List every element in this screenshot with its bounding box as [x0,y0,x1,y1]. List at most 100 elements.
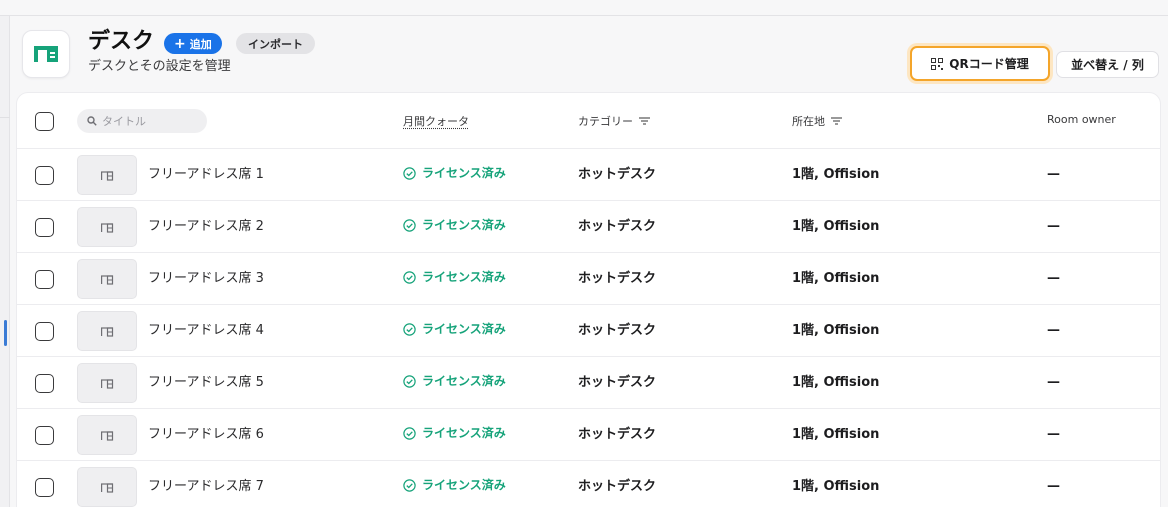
title-search[interactable] [77,109,207,133]
sort-columns-button[interactable]: 並べ替え / 列 [1056,51,1159,78]
desk-location: 1階, Offision [792,375,880,390]
column-header-quota-label: 月間クォータ [403,115,469,128]
add-button-label: 追加 [189,37,212,51]
column-header-category[interactable]: カテゴリー [578,113,650,129]
desk-owner: — [1047,323,1060,338]
desk-icon [101,482,114,493]
desk-location: 1階, Offision [792,271,880,286]
desk-name[interactable]: フリーアドレス席 1 [148,166,264,184]
desk-owner: — [1047,167,1060,182]
table-row[interactable]: フリーアドレス席 5 ライセンス済み ホットデスク 1階, Offision — [17,357,1160,409]
quota-status-label: ライセンス済み [422,270,506,284]
search-icon [87,116,97,126]
qr-code-icon [931,57,944,70]
filter-icon[interactable] [639,117,650,125]
import-button[interactable]: インポート [236,33,315,54]
table-row[interactable]: フリーアドレス席 3 ライセンス済み ホットデスク 1階, Offision — [17,253,1160,305]
desk-location: 1階, Offision [792,427,880,442]
quota-status: ライセンス済み [403,424,506,442]
left-sidebar [0,16,10,507]
check-circle-icon [403,374,416,388]
check-circle-icon [403,270,416,284]
desk-thumbnail [77,259,137,299]
desk-name[interactable]: フリーアドレス席 6 [148,426,264,444]
desk-owner: — [1047,479,1060,494]
column-header-location-label: 所在地 [792,115,825,128]
check-circle-icon [403,322,416,336]
desk-name[interactable]: フリーアドレス席 7 [148,478,264,496]
quota-status-label: ライセンス済み [422,218,506,232]
table-row[interactable]: フリーアドレス席 4 ライセンス済み ホットデスク 1階, Offision — [17,305,1160,357]
check-circle-icon [403,218,416,232]
table-row[interactable]: フリーアドレス席 7 ライセンス済み ホットデスク 1階, Offision — [17,461,1160,507]
desk-category: ホットデスク [578,323,657,338]
quota-status: ライセンス済み [403,216,506,234]
column-header-owner[interactable]: Room owner [1047,113,1116,126]
desk-icon [101,274,114,285]
desk-app-icon [22,30,70,78]
row-checkbox[interactable] [35,374,54,393]
add-button[interactable]: + 追加 [164,33,222,54]
column-header-owner-label: Room owner [1047,113,1116,126]
top-bar [0,0,1168,16]
select-all-checkbox[interactable] [35,112,54,131]
row-checkbox[interactable] [35,218,54,237]
desk-location: 1階, Offision [792,167,880,182]
desk-thumbnail [77,415,137,455]
desk-thumbnail [77,311,137,351]
desk-owner: — [1047,271,1060,286]
table-row[interactable]: フリーアドレス席 6 ライセンス済み ホットデスク 1階, Offision — [17,409,1160,461]
title-search-input[interactable] [102,114,202,128]
desk-thumbnail [77,467,137,507]
desk-name[interactable]: フリーアドレス席 3 [148,270,264,288]
page-title: デスク [88,29,155,54]
desk-category: ホットデスク [578,479,657,494]
desk-category: ホットデスク [578,427,657,442]
quota-status: ライセンス済み [403,164,506,182]
desk-name[interactable]: フリーアドレス席 2 [148,218,264,236]
desk-owner: — [1047,375,1060,390]
quota-status: ライセンス済み [403,476,506,494]
table-header: 月間クォータ カテゴリー 所在地 Room owner [17,93,1160,149]
desk-thumbnail [77,207,137,247]
quota-status: ライセンス済み [403,372,506,390]
filter-icon[interactable] [831,117,842,125]
desk-name[interactable]: フリーアドレス席 4 [148,322,264,340]
desk-name[interactable]: フリーアドレス席 5 [148,374,264,392]
desk-thumbnail [77,363,137,403]
row-checkbox[interactable] [35,322,54,341]
desk-thumbnail [77,155,137,195]
quota-status-label: ライセンス済み [422,426,506,440]
quota-status-label: ライセンス済み [422,166,506,180]
quota-status: ライセンス済み [403,320,506,338]
desk-category: ホットデスク [578,375,657,390]
table-row[interactable]: フリーアドレス席 2 ライセンス済み ホットデスク 1階, Offision — [17,201,1160,253]
quota-status-label: ライセンス済み [422,478,506,492]
quota-status-label: ライセンス済み [422,322,506,336]
row-checkbox[interactable] [35,478,54,497]
row-checkbox[interactable] [35,426,54,445]
desk-owner: — [1047,219,1060,234]
sidebar-active-indicator [4,320,7,346]
desk-category: ホットデスク [578,219,657,234]
desk-icon [101,378,114,389]
plus-icon: + [174,35,186,52]
desk-icon [101,326,114,337]
row-checkbox[interactable] [35,270,54,289]
desk-icon [101,222,114,233]
check-circle-icon [403,478,416,492]
check-circle-icon [403,426,416,440]
desk-location: 1階, Offision [792,323,880,338]
table-row[interactable]: フリーアドレス席 1 ライセンス済み ホットデスク 1階, Offision — [17,149,1160,201]
sidebar-divider [0,117,10,118]
column-header-location[interactable]: 所在地 [792,113,842,129]
desk-icon [101,170,114,181]
column-header-quota[interactable]: 月間クォータ [403,113,469,129]
desk-location: 1階, Offision [792,479,880,494]
qr-code-manage-label: QRコード管理 [949,57,1029,71]
desk-location: 1階, Offision [792,219,880,234]
column-header-category-label: カテゴリー [578,115,633,128]
desk-category: ホットデスク [578,167,657,182]
qr-code-manage-button[interactable]: QRコード管理 [910,46,1050,81]
row-checkbox[interactable] [35,166,54,185]
